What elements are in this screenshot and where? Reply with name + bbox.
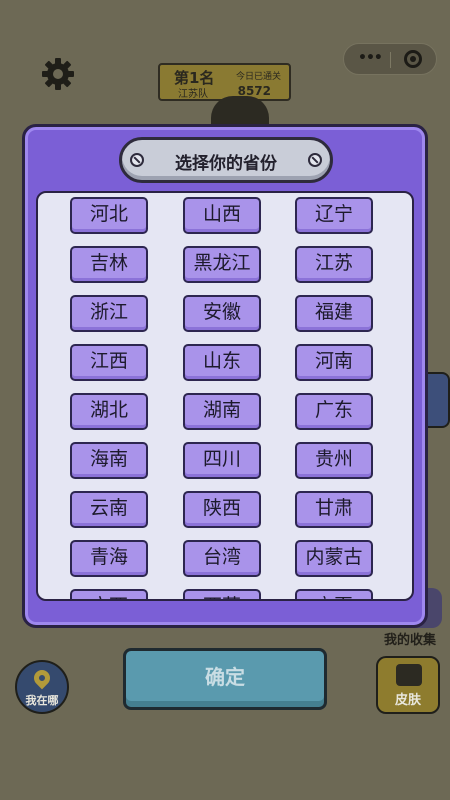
- province-button[interactable]: 吉林: [70, 246, 148, 283]
- province-button[interactable]: 河南: [295, 344, 373, 381]
- locate-label: 我在哪: [25, 694, 59, 707]
- province-button[interactable]: 辽宁: [295, 197, 373, 234]
- province-button[interactable]: 甘肃: [295, 491, 373, 528]
- modal-title-bar: 选择你的省份: [119, 137, 333, 183]
- province-button[interactable]: 海南: [70, 442, 148, 479]
- target-circle-icon[interactable]: [404, 50, 422, 68]
- province-button[interactable]: 福建: [295, 295, 373, 332]
- screw-icon: [308, 153, 322, 167]
- province-button[interactable]: 河北: [70, 197, 148, 234]
- skin-icon: [396, 664, 422, 686]
- more-dots-icon[interactable]: •••: [358, 50, 383, 66]
- province-button[interactable]: 西藏: [183, 589, 261, 599]
- gear-icon[interactable]: [40, 56, 76, 92]
- province-button[interactable]: 云南: [70, 491, 148, 528]
- province-button[interactable]: 安徽: [183, 295, 261, 332]
- locate-button[interactable]: 我在哪: [15, 660, 69, 714]
- province-button[interactable]: 广西: [70, 589, 148, 599]
- province-button[interactable]: 江苏: [295, 246, 373, 283]
- province-button[interactable]: 山东: [183, 344, 261, 381]
- capsule-divider: [390, 52, 391, 68]
- province-button[interactable]: 陕西: [183, 491, 261, 528]
- collect-label: 我的收集: [383, 633, 436, 648]
- skin-button[interactable]: 皮肤: [376, 656, 440, 714]
- province-button[interactable]: 青海: [70, 540, 148, 577]
- province-button[interactable]: 贵州: [295, 442, 373, 479]
- province-list[interactable]: 河北 山西 辽宁吉林 黑龙江 江苏浙江 安徽 福建江西 山东 河南湖北 湖南 广东海南 四川 贵州云南陕…: [36, 191, 414, 601]
- location-pin-icon: [30, 666, 54, 690]
- province-button[interactable]: 山西: [183, 197, 261, 234]
- rank-card[interactable]: 第1名 江苏队 今日已通关 8572: [158, 63, 291, 101]
- province-modal: 选择你的省份 河北 山西 辽宁吉林 黑龙江 江苏浙江 安徽 福建江西 山东 河南湖北 湖南 广东海南…: [22, 124, 428, 628]
- province-button[interactable]: 内蒙古: [295, 540, 373, 577]
- province-button[interactable]: 广东: [295, 393, 373, 430]
- province-button[interactable]: 江西: [70, 344, 148, 381]
- province-button[interactable]: 湖南: [183, 393, 261, 430]
- miniprogram-capsule: •••: [343, 43, 437, 75]
- province-button[interactable]: 四川: [183, 442, 261, 479]
- today-label: 今日已通关: [235, 72, 281, 82]
- province-button[interactable]: 黑龙江: [183, 246, 261, 283]
- province-button[interactable]: 台湾: [183, 540, 261, 577]
- modal-title: 选择你的省份: [175, 154, 277, 174]
- confirm-button[interactable]: 确定: [123, 648, 327, 710]
- province-button[interactable]: 湖北: [70, 393, 148, 430]
- rank-team: 江苏队: [178, 89, 208, 100]
- skin-label: 皮肤: [394, 693, 421, 708]
- province-button[interactable]: 宁夏: [295, 589, 373, 599]
- province-button[interactable]: 浙江: [70, 295, 148, 332]
